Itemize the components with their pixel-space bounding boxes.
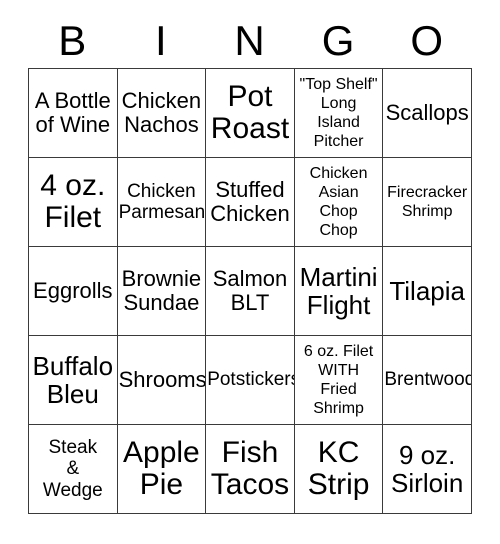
bingo-cell-label: 4 oz. Filet [40, 168, 106, 234]
bingo-cell-label: 6 oz. Filet WITH Fried Shrimp [303, 342, 374, 418]
bingo-cell-label: KC Strip [307, 435, 370, 501]
bingo-cell-label: Eggrolls [33, 277, 113, 303]
bingo-cell-label: Martini Flight [299, 261, 378, 320]
bingo-cell[interactable]: Salmon BLT [206, 247, 295, 336]
bingo-cell-label: Scallops [385, 99, 469, 125]
bingo-cell-label: Apple Pie [123, 435, 200, 501]
bingo-cell[interactable]: A Bottle of Wine [29, 69, 118, 158]
bingo-cell[interactable]: Stuffed Chicken [206, 158, 295, 247]
bingo-cell[interactable]: 4 oz. Filet [29, 158, 118, 247]
bingo-cell-label: Steak & Wedge [42, 437, 103, 501]
bingo-cell[interactable]: Chicken Nachos [117, 69, 207, 158]
bingo-cell-label: 9 oz. Sirloin [391, 439, 464, 498]
bingo-cell-label: "Top Shelf" Long Island Pitcher [299, 75, 378, 151]
bingo-cell[interactable]: KC Strip [294, 425, 384, 514]
bingo-cell[interactable]: Brentwood [383, 336, 472, 425]
bingo-cell-label: Shrooms [118, 366, 207, 392]
bingo-cell-label: Buffalo Bleu [32, 350, 114, 409]
bingo-row: 4 oz. Filet Chicken Parmesan Stuffed Chi… [29, 158, 472, 247]
bingo-cell[interactable]: Firecracker Shrimp [383, 158, 472, 247]
bingo-cell-label: Chicken Parmesan [118, 180, 206, 223]
bingo-row: Eggrolls Brownie Sundae Salmon BLT Marti… [29, 247, 472, 336]
bingo-header-letter-b: B [58, 17, 87, 64]
bingo-card: B I N G O A Bottle of Wine Chicken Nacho… [28, 0, 472, 514]
bingo-cell[interactable]: Pot Roast [206, 69, 295, 158]
bingo-cell-label: Salmon BLT [212, 265, 288, 315]
bingo-cell[interactable]: Chicken Parmesan [117, 158, 207, 247]
bingo-cell[interactable]: Brownie Sundae [117, 247, 207, 336]
bingo-cell[interactable]: Buffalo Bleu [29, 336, 118, 425]
bingo-header-letter-o: O [410, 17, 443, 64]
bingo-row: Steak & Wedge Apple Pie Fish Tacos KC St… [29, 425, 472, 514]
bingo-cell[interactable]: Apple Pie [117, 425, 207, 514]
bingo-header-letter-g: G [321, 17, 355, 64]
bingo-cell[interactable]: Tilapia [383, 247, 472, 336]
bingo-cell-label: Potstickers [207, 369, 295, 391]
bingo-cell[interactable]: Chicken Asian Chop Chop [294, 158, 384, 247]
bingo-cell[interactable]: Fish Tacos [206, 425, 295, 514]
bingo-cell[interactable]: Potstickers [206, 336, 295, 425]
bingo-cell-label: Brentwood [384, 369, 472, 391]
bingo-cell[interactable]: Steak & Wedge [29, 425, 118, 514]
bingo-cell[interactable]: Eggrolls [29, 247, 118, 336]
bingo-cell-label: Fish Tacos [210, 435, 290, 501]
bingo-cell[interactable]: Martini Flight [294, 247, 384, 336]
bingo-cell[interactable]: Shrooms [117, 336, 207, 425]
bingo-cell-label: Tilapia [389, 275, 465, 306]
bingo-cell[interactable]: Scallops [383, 69, 472, 158]
bingo-grid: A Bottle of Wine Chicken Nachos Pot Roas… [28, 68, 472, 514]
bingo-cell-label: Pot Roast [210, 79, 290, 145]
bingo-header-letter-i: I [155, 17, 167, 64]
bingo-cell[interactable]: 6 oz. Filet WITH Fried Shrimp [294, 336, 384, 425]
bingo-header-row: B I N G O [28, 0, 471, 68]
bingo-header-letter-n: N [234, 17, 265, 64]
bingo-cell-label: Chicken Asian Chop Chop [309, 164, 368, 240]
bingo-cell-label: Stuffed Chicken [210, 176, 290, 226]
bingo-row: A Bottle of Wine Chicken Nachos Pot Roas… [29, 69, 472, 158]
bingo-cell-label: Chicken Nachos [121, 87, 202, 137]
bingo-row: Buffalo Bleu Shrooms Potstickers 6 oz. F… [29, 336, 472, 425]
bingo-cell[interactable]: 9 oz. Sirloin [383, 425, 472, 514]
bingo-cell-label: A Bottle of Wine [34, 87, 111, 137]
bingo-cell-label: Firecracker Shrimp [387, 183, 468, 220]
bingo-cell[interactable]: "Top Shelf" Long Island Pitcher [294, 69, 384, 158]
bingo-cell-label: Brownie Sundae [121, 265, 202, 315]
